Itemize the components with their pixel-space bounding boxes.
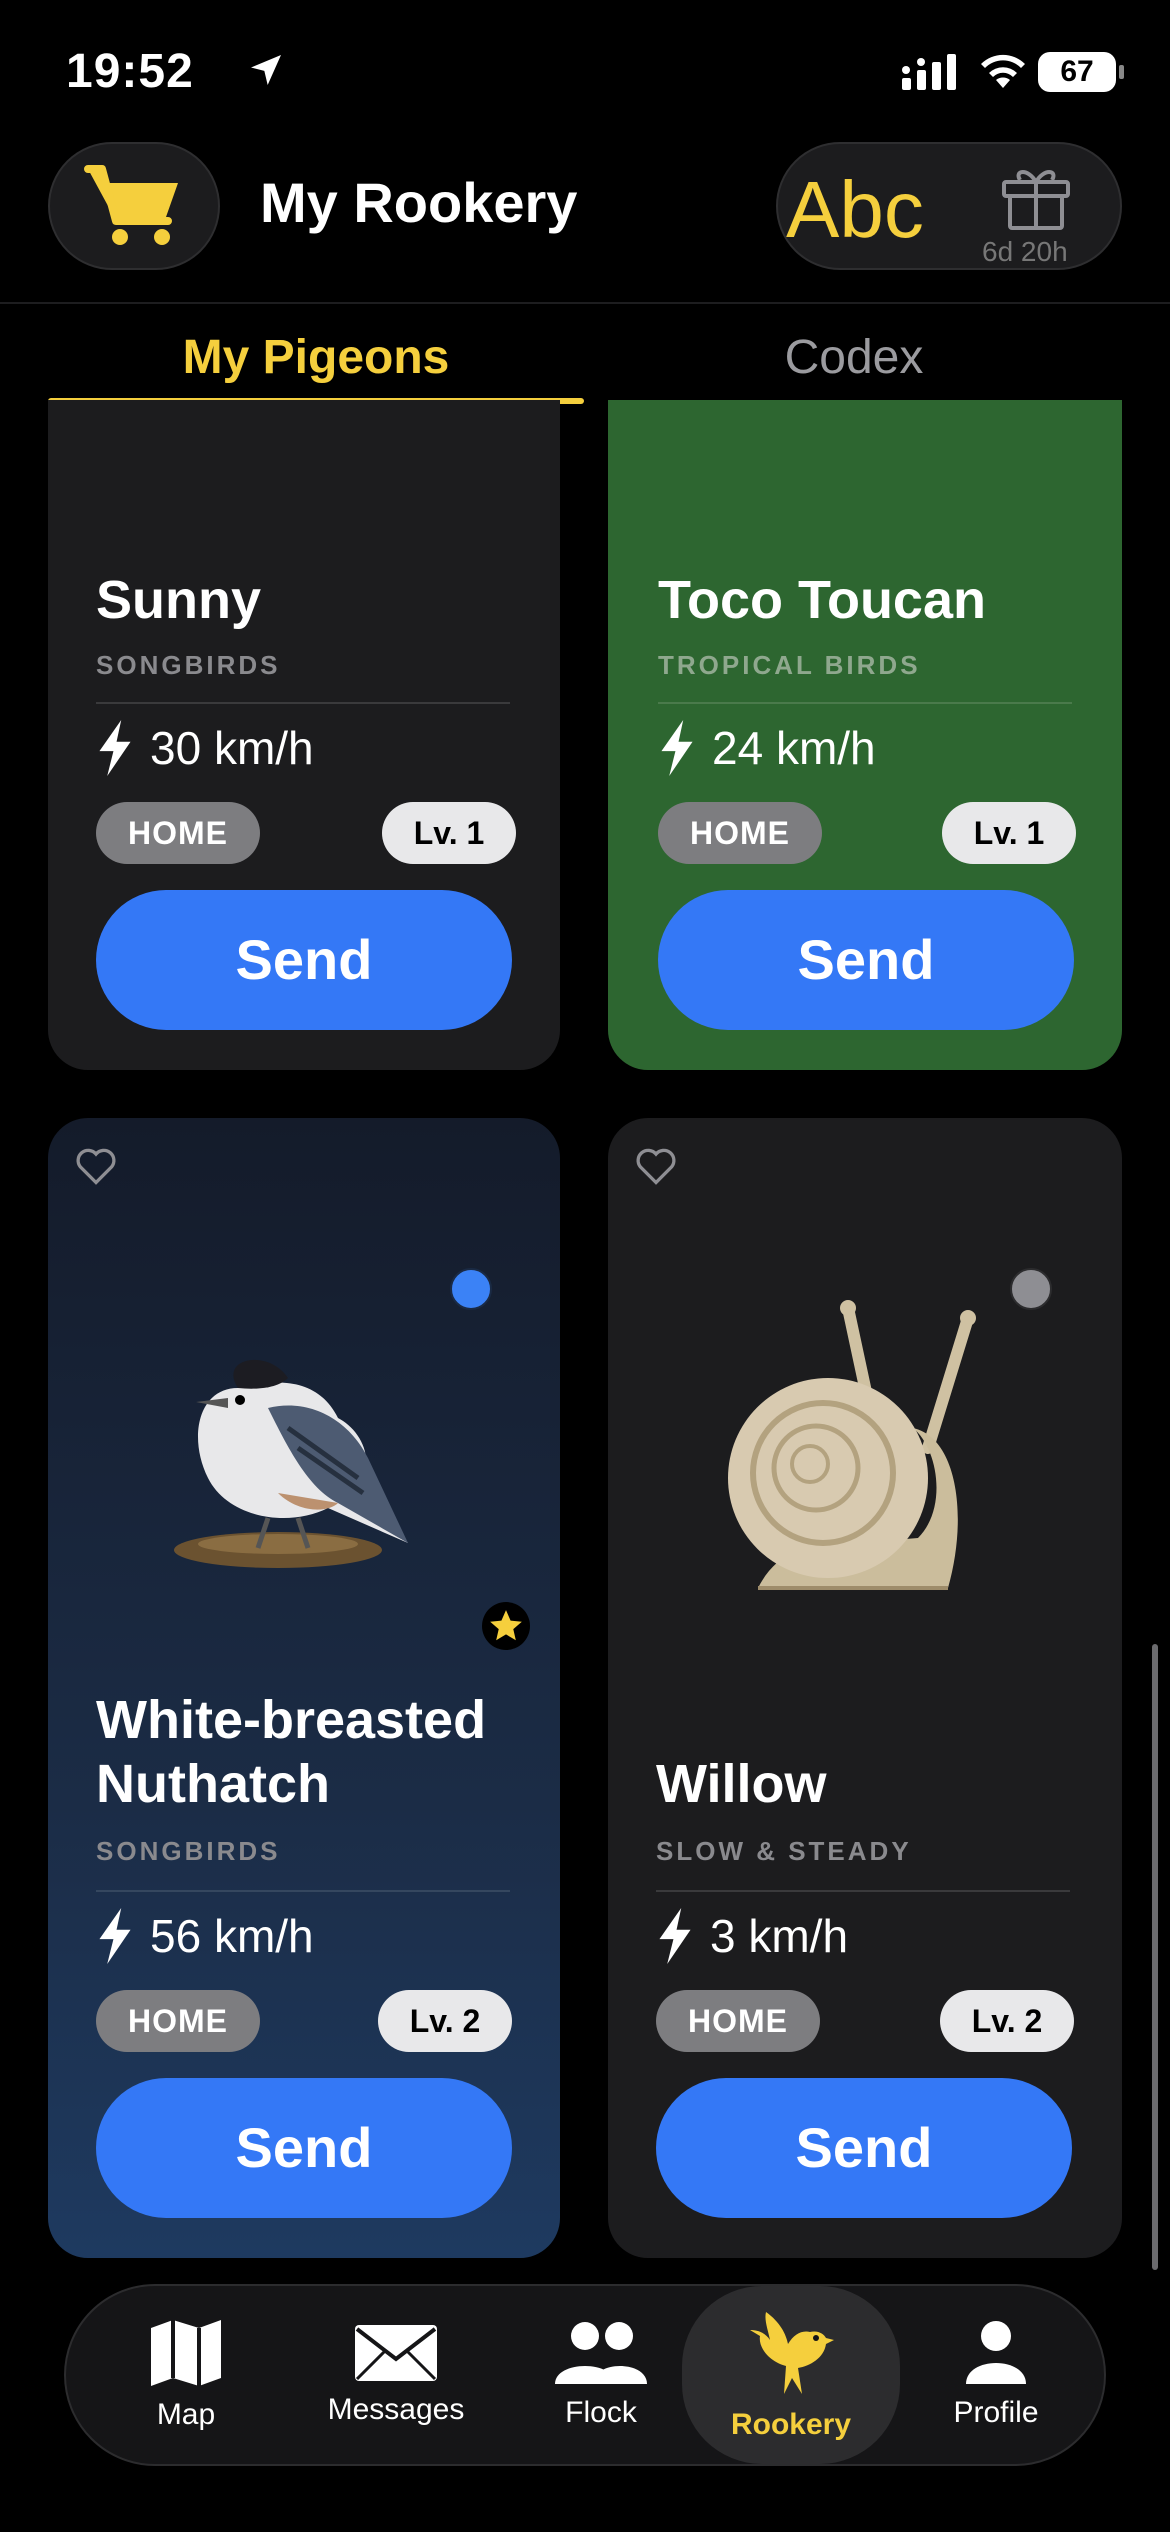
tab-my-pigeons[interactable]: My Pigeons — [48, 330, 584, 385]
card-separator — [656, 1890, 1070, 1892]
starred-badge — [482, 1602, 530, 1650]
card-separator — [96, 1890, 510, 1892]
card-separator — [658, 702, 1072, 704]
pigeon-speed: 3 km/h — [656, 1908, 848, 1964]
nav-label: Messages — [327, 2393, 465, 2426]
favorite-heart-icon[interactable] — [74, 1144, 118, 1188]
pigeon-card-sunny[interactable]: Sunny SONGBIRDS 30 km/h HOME Lv. 1 Send — [48, 400, 560, 1070]
header-divider — [0, 302, 1170, 304]
wifi-icon — [981, 54, 1025, 88]
send-button[interactable]: Send — [658, 890, 1074, 1030]
pigeon-name-line2: Nuthatch — [96, 1754, 330, 1814]
pigeon-category: SLOW & STEADY — [656, 1836, 912, 1866]
favorite-heart-icon[interactable] — [634, 1144, 678, 1188]
level-badge: Lv. 2 — [378, 1990, 512, 2052]
person-icon — [966, 2321, 1026, 2384]
gift-timer: 6d 20h — [982, 236, 1068, 267]
speed-value: 24 km/h — [712, 722, 876, 774]
nav-rookery[interactable]: Rookery — [682, 2286, 900, 2464]
home-badge: HOME — [656, 1990, 820, 2052]
speed-value: 30 km/h — [150, 722, 314, 774]
nuthatch-bird-image — [174, 1359, 408, 1568]
card-separator — [96, 702, 510, 704]
battery-indicator: 67 — [1038, 52, 1124, 92]
pigeon-name: White-breasted Nuthatch — [96, 1688, 486, 1816]
pigeon-speed: 24 km/h — [658, 720, 876, 776]
page-title: My Rookery — [260, 171, 578, 234]
send-button[interactable]: Send — [96, 890, 512, 1030]
envelope-icon — [355, 2325, 437, 2381]
pigeon-name: Sunny — [96, 570, 262, 630]
status-dot — [450, 1268, 492, 1310]
pigeon-speed: 56 km/h — [96, 1908, 314, 1964]
speed-value: 56 km/h — [150, 1910, 314, 1962]
home-badge: HOME — [96, 802, 260, 864]
pigeon-name: Toco Toucan — [658, 570, 986, 630]
lightning-icon — [661, 720, 693, 776]
abc-gift-pill[interactable]: Abc 6d 20h — [776, 142, 1122, 270]
lightning-icon — [99, 1908, 131, 1964]
bird-icon — [750, 2312, 834, 2394]
pigeon-category: TROPICAL BIRDS — [658, 650, 921, 680]
speed-value: 3 km/h — [710, 1910, 849, 1962]
level-badge: Lv. 2 — [940, 1990, 1074, 2052]
map-icon — [151, 2320, 221, 2386]
lightning-icon — [659, 1908, 691, 1964]
status-time: 19:52 — [66, 45, 194, 98]
pigeon-name: Willow — [656, 1754, 827, 1814]
send-button[interactable]: Send — [656, 2078, 1072, 2218]
pigeon-card-toco-toucan[interactable]: Toco Toucan TROPICAL BIRDS 24 km/h HOME … — [608, 400, 1122, 1070]
pigeon-card-white-breasted-nuthatch[interactable]: White-breasted Nuthatch SONGBIRDS 56 km/… — [48, 1118, 560, 2258]
home-badge: HOME — [658, 802, 822, 864]
nav-label: Profile — [953, 2396, 1039, 2429]
pigeon-speed: 30 km/h — [96, 720, 314, 776]
pigeon-category: SONGBIRDS — [96, 650, 281, 680]
pigeon-category: SONGBIRDS — [96, 1836, 281, 1866]
nav-label: Flock — [565, 2396, 637, 2429]
tab-codex[interactable]: Codex — [586, 330, 1122, 385]
cellular-signal-icon — [902, 54, 956, 90]
nav-label: Map — [156, 2398, 216, 2431]
nav-label: Rookery — [730, 2408, 852, 2441]
nav-messages[interactable]: Messages — [306, 2286, 486, 2464]
pigeon-card-willow[interactable]: Willow SLOW & STEADY 3 km/h HOME Lv. 2 S… — [608, 1118, 1122, 2258]
lightning-icon — [99, 720, 131, 776]
cart-icon — [84, 165, 178, 245]
gift-icon[interactable] — [1000, 164, 1072, 232]
send-button[interactable]: Send — [96, 2078, 512, 2218]
pigeon-name-line1: White-breasted — [96, 1690, 487, 1750]
level-badge: Lv. 1 — [382, 802, 516, 864]
people-icon — [555, 2322, 647, 2384]
scrollbar[interactable] — [1152, 1644, 1158, 2270]
nav-map[interactable]: Map — [116, 2286, 256, 2464]
shop-cart-button[interactable] — [48, 142, 220, 270]
home-badge: HOME — [96, 1990, 260, 2052]
nav-profile[interactable]: Profile — [926, 2286, 1066, 2464]
location-arrow-icon — [251, 55, 281, 85]
level-badge: Lv. 1 — [942, 802, 1076, 864]
star-icon — [490, 1610, 522, 1641]
bottom-tab-bar: Map Messages Flock Rookery Profile — [64, 2284, 1106, 2466]
nav-flock[interactable]: Flock — [536, 2286, 666, 2464]
snail-image — [728, 1300, 976, 1590]
abc-label: Abc — [786, 165, 924, 254]
